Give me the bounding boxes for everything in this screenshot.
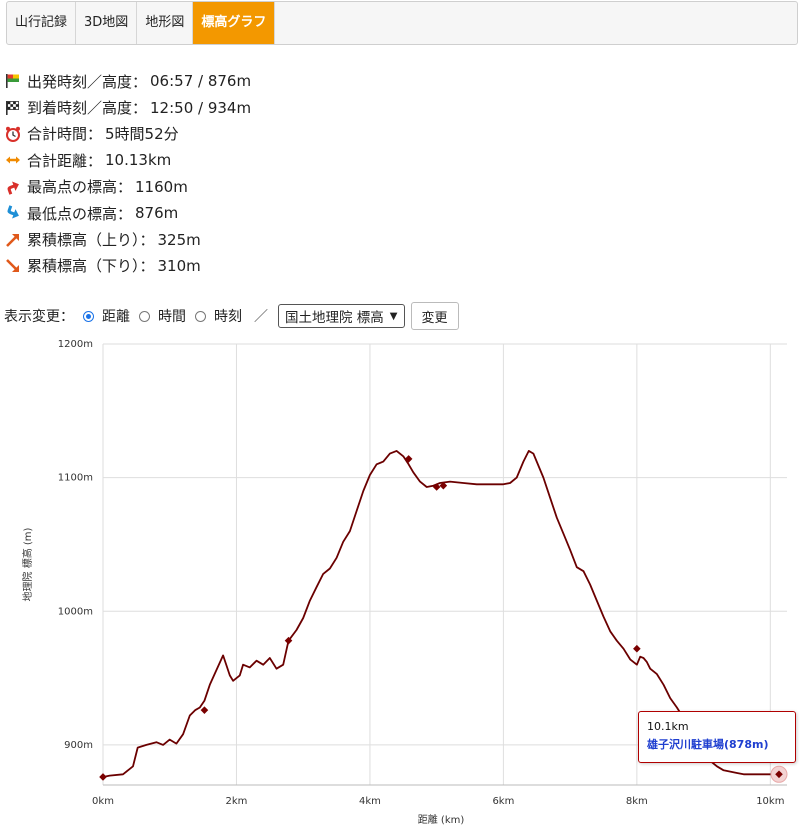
- diagonal-down-arrow-icon: [4, 257, 22, 275]
- summary-descent: 累積標高（下り）： 310m: [4, 253, 251, 279]
- start-flag-icon: [4, 72, 22, 90]
- summary-departure: 出発時刻／高度： 06:57 / 876m: [4, 68, 251, 94]
- summary-min-elevation: 最低点の標高： 876m: [4, 200, 251, 226]
- elevation-source-value: 国土地理院 標高: [285, 310, 384, 326]
- summary-max-elevation: 最高点の標高： 1160m: [4, 174, 251, 200]
- arrival-label: 到着時刻／高度：: [27, 99, 148, 118]
- summary-total-time: 合計時間： 5時間52分: [4, 121, 251, 147]
- total-time-label: 合計時間：: [27, 125, 103, 144]
- waypoint-marker: [432, 483, 441, 491]
- tab-elevation-graph[interactable]: 標高グラフ: [193, 2, 276, 44]
- left-right-arrow-icon: [4, 151, 22, 169]
- waypoint-marker: [200, 706, 209, 714]
- down-arrow-icon: [4, 204, 22, 222]
- max-elevation-value: 1160m: [135, 177, 188, 196]
- x-tick-label: 6km: [492, 796, 514, 807]
- y-tick-label: 1000m: [58, 606, 93, 617]
- x-tick-label: 0km: [92, 796, 114, 807]
- alarm-clock-icon: [4, 125, 22, 143]
- summary-ascent: 累積標高（上り）： 325m: [4, 226, 251, 252]
- display-change-label: 表示変更：: [4, 309, 74, 325]
- elevation-source-select[interactable]: 国土地理院 標高 ▼: [278, 304, 405, 328]
- tooltip-location-name: 雄子沢川駐車場(878m): [647, 738, 769, 751]
- x-axis-label: 距離 (km): [418, 813, 465, 826]
- radio-clock-time-label: 時刻: [214, 309, 242, 325]
- y-tick-label: 900m: [64, 740, 93, 751]
- radio-distance-label: 距離: [102, 309, 130, 325]
- min-elevation-label: 最低点の標高：: [27, 204, 133, 223]
- arrival-value: 12:50 / 934m: [150, 98, 252, 117]
- waypoint-marker: [633, 644, 641, 653]
- total-distance-value: 10.13km: [105, 151, 172, 170]
- summary-arrival: 到着時刻／高度： 12:50 / 934m: [4, 94, 251, 120]
- summary-list: 出発時刻／高度： 06:57 / 876m 到着時刻／高度： 12:50 / 9…: [4, 68, 251, 279]
- up-arrow-icon: [4, 178, 22, 196]
- radio-distance-dot[interactable]: [83, 310, 94, 322]
- radio-time-label: 時間: [158, 309, 186, 325]
- tab-bar: 山行記録 3D地図 地形図 標高グラフ: [6, 1, 798, 45]
- total-distance-label: 合計距離：: [27, 151, 103, 170]
- y-axis-label: 地理院 標高 (m): [21, 527, 34, 601]
- departure-label: 出発時刻／高度：: [27, 72, 148, 91]
- chart-tooltip: 10.1km 雄子沢川駐車場(878m): [638, 711, 796, 763]
- x-tick-label: 8km: [626, 796, 648, 807]
- radio-clock-time[interactable]: 時刻: [195, 306, 242, 326]
- chevron-down-icon: ▼: [389, 310, 398, 322]
- diagonal-up-arrow-icon: [4, 231, 22, 249]
- y-tick-label: 1100m: [58, 473, 93, 484]
- total-time-value: 5時間52分: [105, 125, 179, 144]
- summary-total-distance: 合計距離： 10.13km: [4, 147, 251, 173]
- checkered-flag-icon: [4, 99, 22, 117]
- x-tick-label: 10km: [756, 796, 784, 807]
- tooltip-distance: 10.1km: [647, 720, 689, 733]
- departure-value: 06:57 / 876m: [150, 72, 252, 91]
- separator-slash: ／: [254, 309, 268, 325]
- radio-time-dot[interactable]: [139, 310, 150, 322]
- descent-value: 310m: [157, 256, 201, 275]
- apply-change-button[interactable]: 変更: [410, 302, 459, 330]
- waypoint-marker: [99, 773, 107, 781]
- display-controls: 表示変更： 距離 時間 時刻 ／ 国土地理院 標高 ▼ 変更: [4, 301, 459, 331]
- radio-time[interactable]: 時間: [139, 306, 186, 326]
- radio-clock-time-dot[interactable]: [195, 310, 206, 322]
- ascent-value: 325m: [157, 230, 201, 249]
- x-tick-label: 4km: [359, 796, 381, 807]
- y-tick-label: 1200m: [58, 339, 93, 350]
- max-elevation-label: 最高点の標高：: [27, 178, 133, 197]
- tab-3d-map[interactable]: 3D地図: [76, 2, 138, 44]
- ascent-label: 累積標高（上り）：: [27, 231, 155, 250]
- x-tick-label: 2km: [226, 796, 248, 807]
- tab-record[interactable]: 山行記録: [7, 2, 77, 44]
- min-elevation-value: 876m: [135, 204, 179, 223]
- tab-topo-map[interactable]: 地形図: [137, 2, 194, 44]
- radio-distance[interactable]: 距離: [83, 306, 130, 326]
- descent-label: 累積標高（下り）：: [27, 257, 155, 276]
